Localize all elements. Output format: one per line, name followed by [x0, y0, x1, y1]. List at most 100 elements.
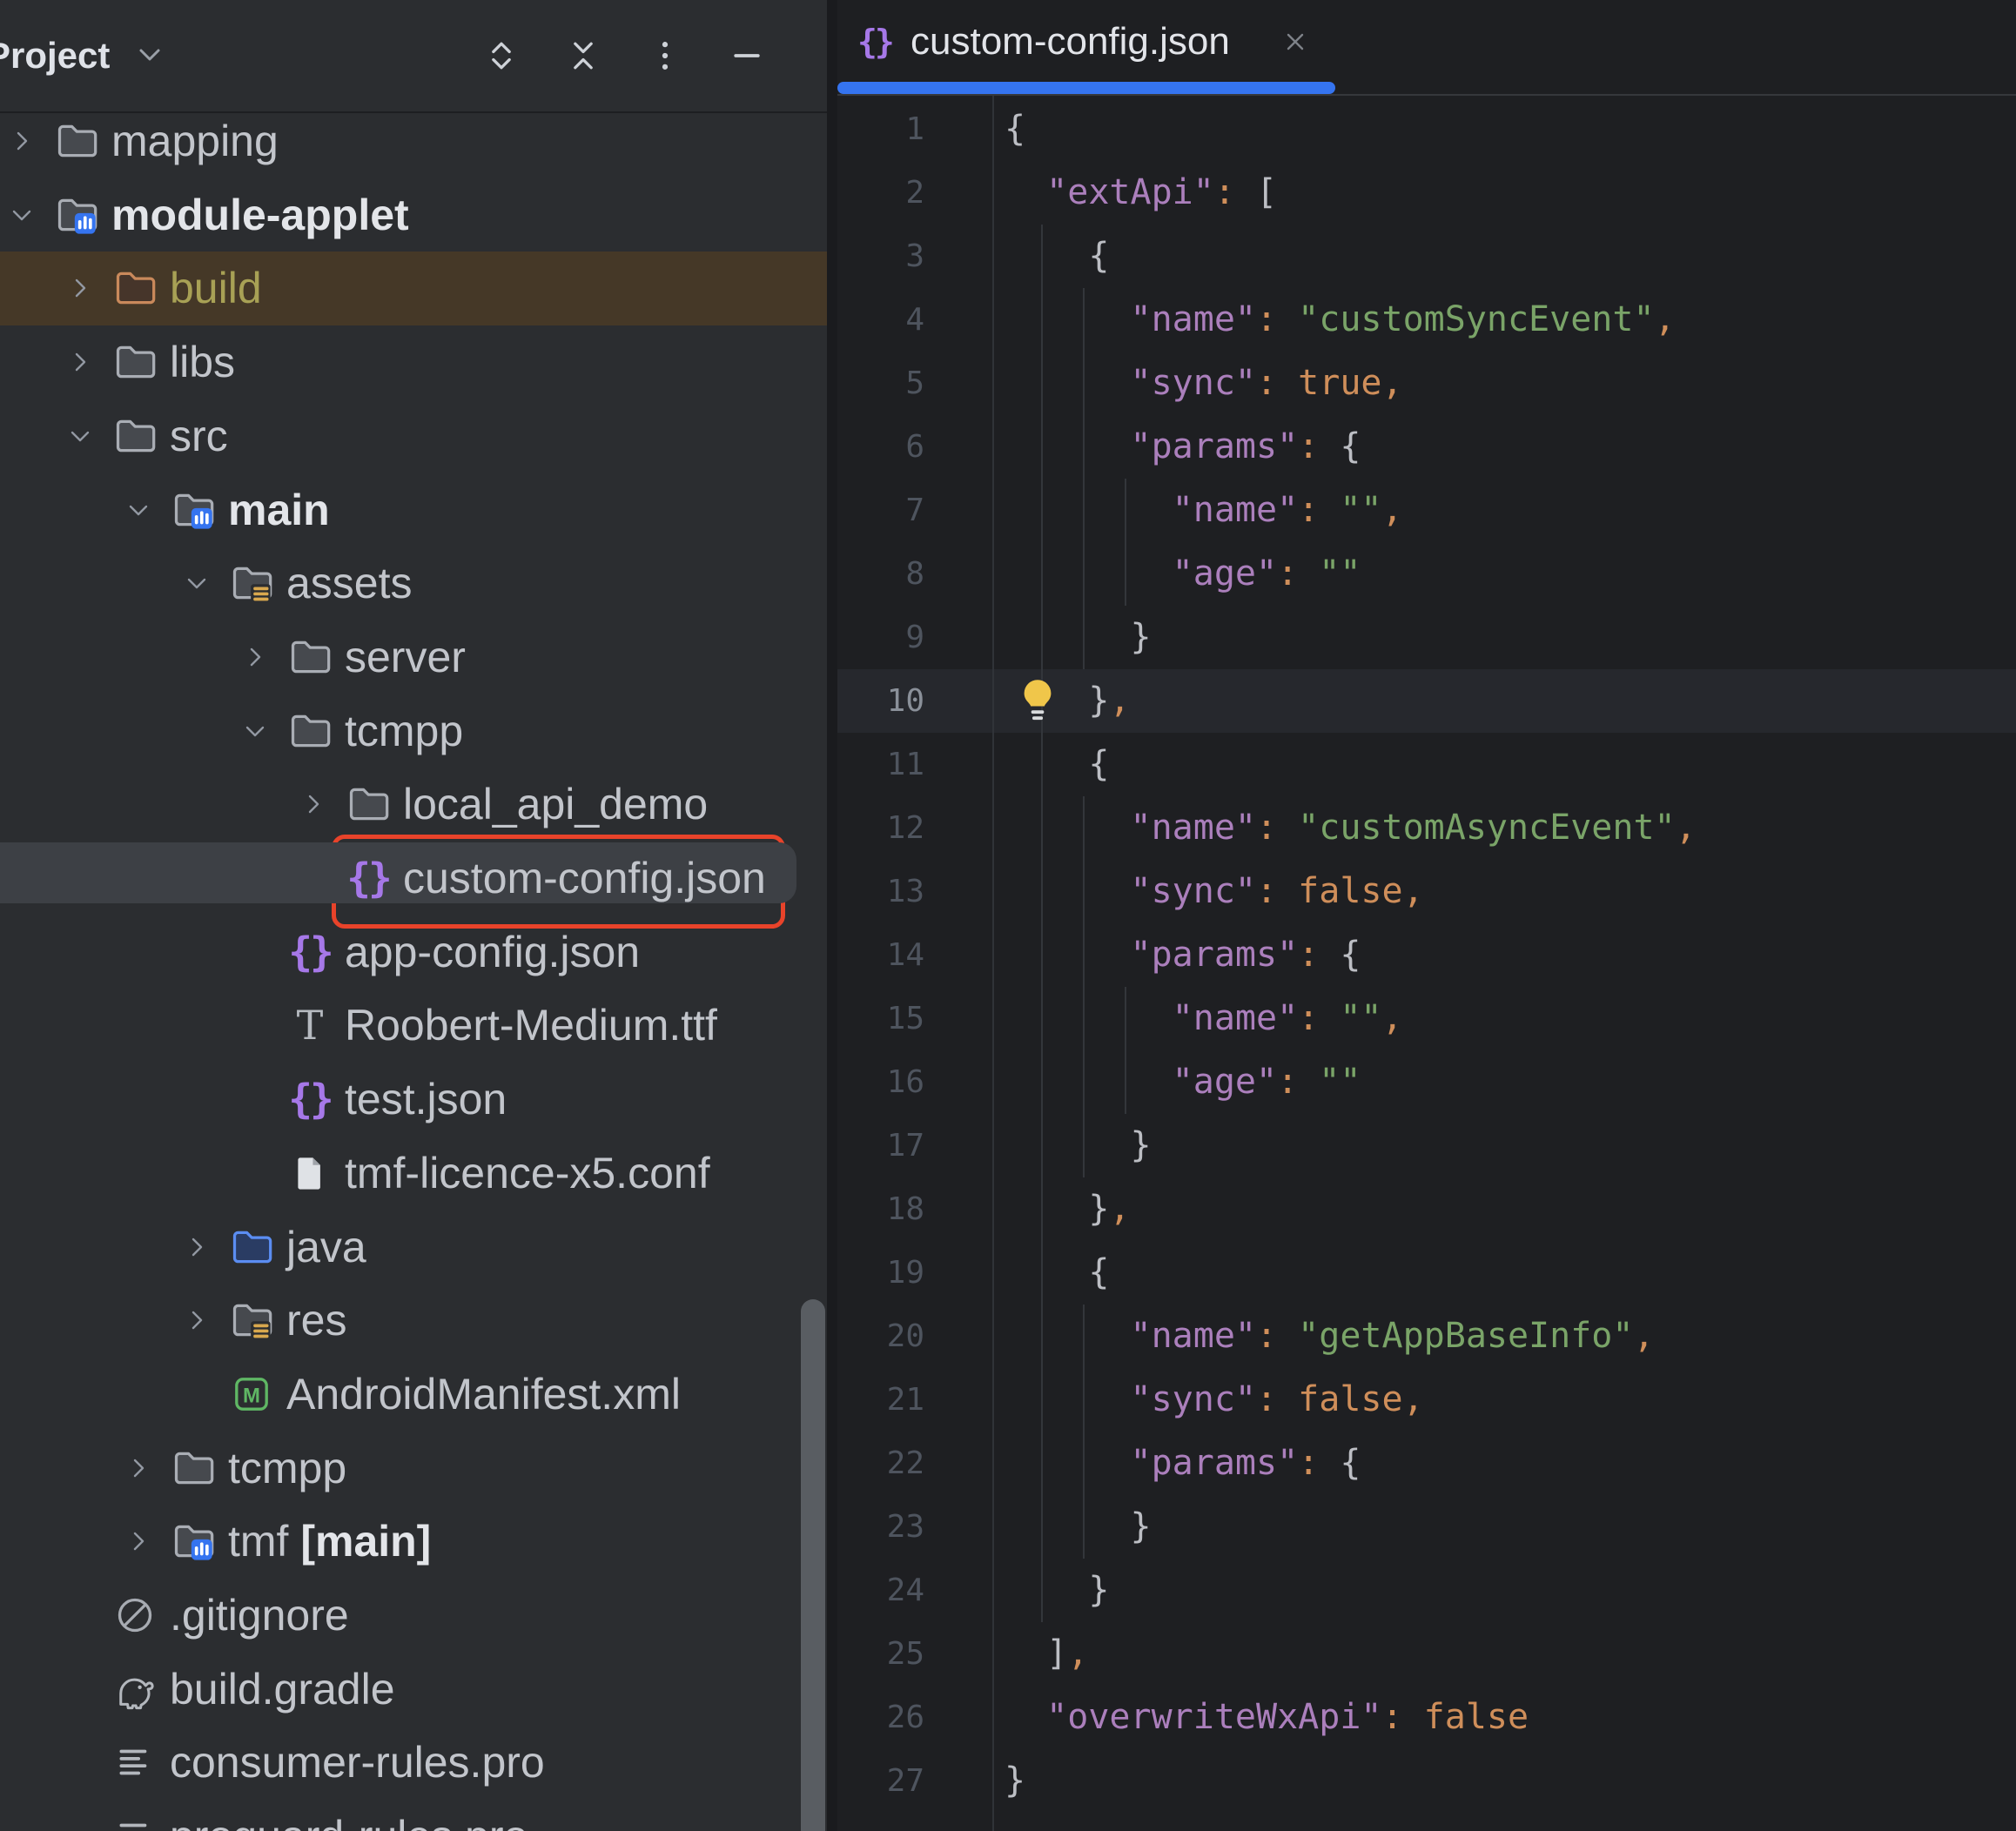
tree-item-assets[interactable]: assets: [0, 547, 827, 620]
line-number: 1: [837, 97, 924, 161]
tree-item-label: app-config.json: [345, 916, 640, 989]
line-number: 11: [837, 733, 924, 796]
folder-build-icon: [112, 265, 158, 311]
svg-text:M: M: [243, 1385, 260, 1408]
tree-item-res[interactable]: res: [0, 1284, 827, 1358]
tree-item-label: AndroidManifest.xml: [286, 1358, 681, 1432]
folder-assets-icon: [229, 560, 274, 606]
code-line-7: "name": "",: [1005, 479, 1403, 542]
code-line-8: "age": "": [1005, 542, 1361, 606]
project-panel-title[interactable]: Project: [0, 0, 110, 111]
tree-item-label: .gitignore: [170, 1579, 349, 1653]
tree-item--gitignore[interactable]: .gitignore: [0, 1579, 827, 1653]
tab-custom-config-json[interactable]: {} custom-config.json: [837, 0, 1335, 94]
chevron-down-icon[interactable]: [131, 37, 169, 75]
tree-item-androidmanifest-xml[interactable]: M AndroidManifest.xml: [0, 1358, 827, 1432]
line-number: 25: [837, 1622, 924, 1686]
hide-panel-icon[interactable]: [728, 37, 766, 75]
code-line-6: "params": {: [1005, 415, 1361, 479]
tree-item-tmf-licence-x5-conf[interactable]: tmf-licence-x5.conf: [0, 1137, 827, 1211]
tree-scrollbar-thumb[interactable]: [801, 1299, 825, 1831]
tree-item-build[interactable]: build: [0, 252, 827, 325]
tree-item-label: tcmpp: [228, 1432, 346, 1506]
tree-item-main[interactable]: main: [0, 473, 827, 547]
line-number: 18: [837, 1177, 924, 1241]
json-icon: {}: [287, 929, 333, 975]
tree-item-build-gradle[interactable]: build.gradle: [0, 1653, 827, 1727]
folder-module-icon: [54, 192, 99, 238]
project-panel-header: Project: [0, 0, 827, 113]
tree-item-java[interactable]: java: [0, 1211, 827, 1284]
tree-item-local-api-demo[interactable]: local_api_demo: [0, 768, 827, 842]
project-panel: Project mappingmodule-appletbuildlibssrc…: [0, 0, 827, 1831]
folder-icon: [171, 1445, 216, 1491]
chevron-down-icon[interactable]: [123, 494, 154, 526]
chevron-right-icon[interactable]: [298, 788, 329, 820]
code-line-3: {: [1005, 225, 1109, 288]
editor-tab-bar: {} custom-config.json: [837, 0, 2016, 96]
folder-icon: [112, 413, 158, 459]
line-number: 12: [837, 796, 924, 860]
more-options-icon[interactable]: [646, 37, 684, 75]
folder-module-icon: [171, 1519, 216, 1564]
file-icon: [287, 1150, 333, 1196]
tree-item-consumer-rules-pro[interactable]: consumer-rules.pro: [0, 1726, 827, 1800]
close-icon[interactable]: [1280, 26, 1311, 57]
panel-editor-splitter[interactable]: [827, 0, 837, 1831]
collapse-all-icon[interactable]: [564, 37, 602, 75]
line-number: 7: [837, 479, 924, 542]
tree-item-mapping[interactable]: mapping: [0, 104, 827, 178]
chevron-right-icon[interactable]: [123, 1452, 154, 1484]
chevron-down-icon[interactable]: [64, 420, 96, 452]
editor-pane: {} custom-config.json 123456789101112131…: [837, 0, 2016, 1831]
chevron-right-icon[interactable]: [64, 346, 96, 378]
tree-item-label: src: [170, 399, 228, 473]
tree-item-tmf[interactable]: tmf [main]: [0, 1505, 827, 1579]
line-number: 13: [837, 860, 924, 923]
tree-item-roobert-medium-ttf[interactable]: TRoobert-Medium.ttf: [0, 989, 827, 1063]
tree-item-label: main: [228, 473, 330, 547]
code-line-15: "name": "",: [1005, 987, 1403, 1050]
line-number: 15: [837, 987, 924, 1050]
tree-item-app-config-json[interactable]: {} app-config.json: [0, 916, 827, 989]
line-number: 9: [837, 606, 924, 669]
code-line-20: "name": "getAppBaseInfo",: [1005, 1305, 1655, 1368]
code-line-13: "sync": false,: [1005, 860, 1424, 923]
tab-label: custom-config.json: [911, 0, 1230, 84]
chevron-right-icon[interactable]: [6, 125, 37, 157]
line-number: 16: [837, 1050, 924, 1114]
code-line-14: "params": {: [1005, 923, 1361, 987]
tree-item-proguard-rules-pro[interactable]: proguard-rules.pro: [0, 1800, 827, 1831]
chevron-down-icon[interactable]: [6, 199, 37, 231]
tree-item-label: tcmpp: [345, 694, 463, 768]
code-line-17: }: [1005, 1114, 1152, 1177]
tree-item-test-json[interactable]: {}test.json: [0, 1063, 827, 1137]
folder-assets-icon: [229, 1298, 274, 1343]
line-number: 14: [837, 923, 924, 987]
folder-icon: [346, 781, 391, 827]
code-line-18: },: [1005, 1177, 1131, 1241]
chevron-down-icon[interactable]: [239, 715, 271, 747]
tree-item-module-applet[interactable]: module-applet: [0, 178, 827, 252]
chevron-down-icon[interactable]: [181, 567, 212, 599]
tree-item-label: local_api_demo: [403, 768, 708, 842]
chevron-right-icon[interactable]: [64, 272, 96, 304]
tree-item-label: res: [286, 1284, 346, 1358]
folder-java-icon: [229, 1224, 274, 1270]
tree-item-server[interactable]: server: [0, 620, 827, 694]
unfold-icon[interactable]: [482, 37, 521, 75]
code-line-26: "overwriteWxApi": false: [1005, 1686, 1529, 1749]
chevron-right-icon[interactable]: [181, 1305, 212, 1336]
tree-item-custom-config-json[interactable]: {}custom-config.json: [0, 842, 827, 916]
code-line-21: "sync": false,: [1005, 1368, 1424, 1432]
chevron-right-icon[interactable]: [181, 1231, 212, 1263]
tree-item-tcmpp[interactable]: tcmpp: [0, 1432, 827, 1506]
code-line-10: },: [1005, 669, 1131, 733]
line-number: 3: [837, 225, 924, 288]
tree-item-libs[interactable]: libs: [0, 325, 827, 399]
tree-item-label: custom-config.json: [403, 842, 766, 916]
tree-item-src[interactable]: src: [0, 399, 827, 473]
chevron-right-icon[interactable]: [123, 1526, 154, 1557]
tree-item-tcmpp[interactable]: tcmpp: [0, 694, 827, 768]
chevron-right-icon[interactable]: [239, 641, 271, 673]
